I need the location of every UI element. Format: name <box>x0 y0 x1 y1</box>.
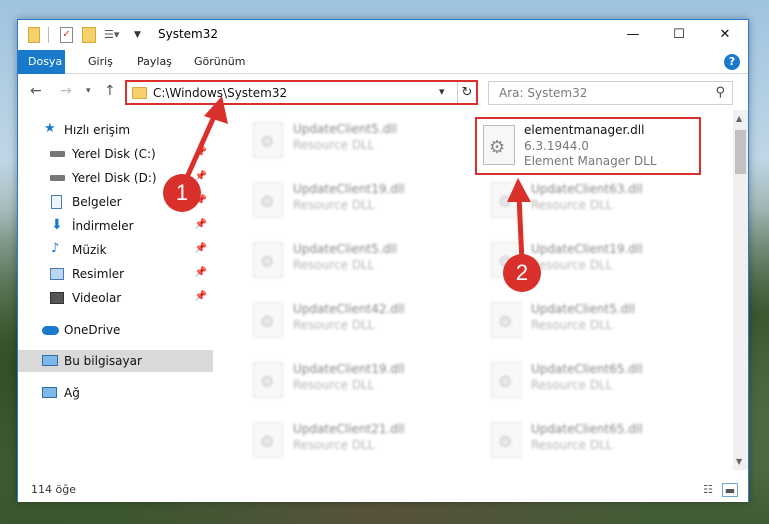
annotation-badge-2: 2 <box>503 254 541 292</box>
arrow-1-head <box>204 96 228 124</box>
arrow-2-head <box>507 178 531 202</box>
arrow-1-line <box>181 110 219 186</box>
annotation-arrows <box>181 96 531 263</box>
arrow-2-line <box>516 195 525 263</box>
annotation-badge-1: 1 <box>163 174 201 212</box>
